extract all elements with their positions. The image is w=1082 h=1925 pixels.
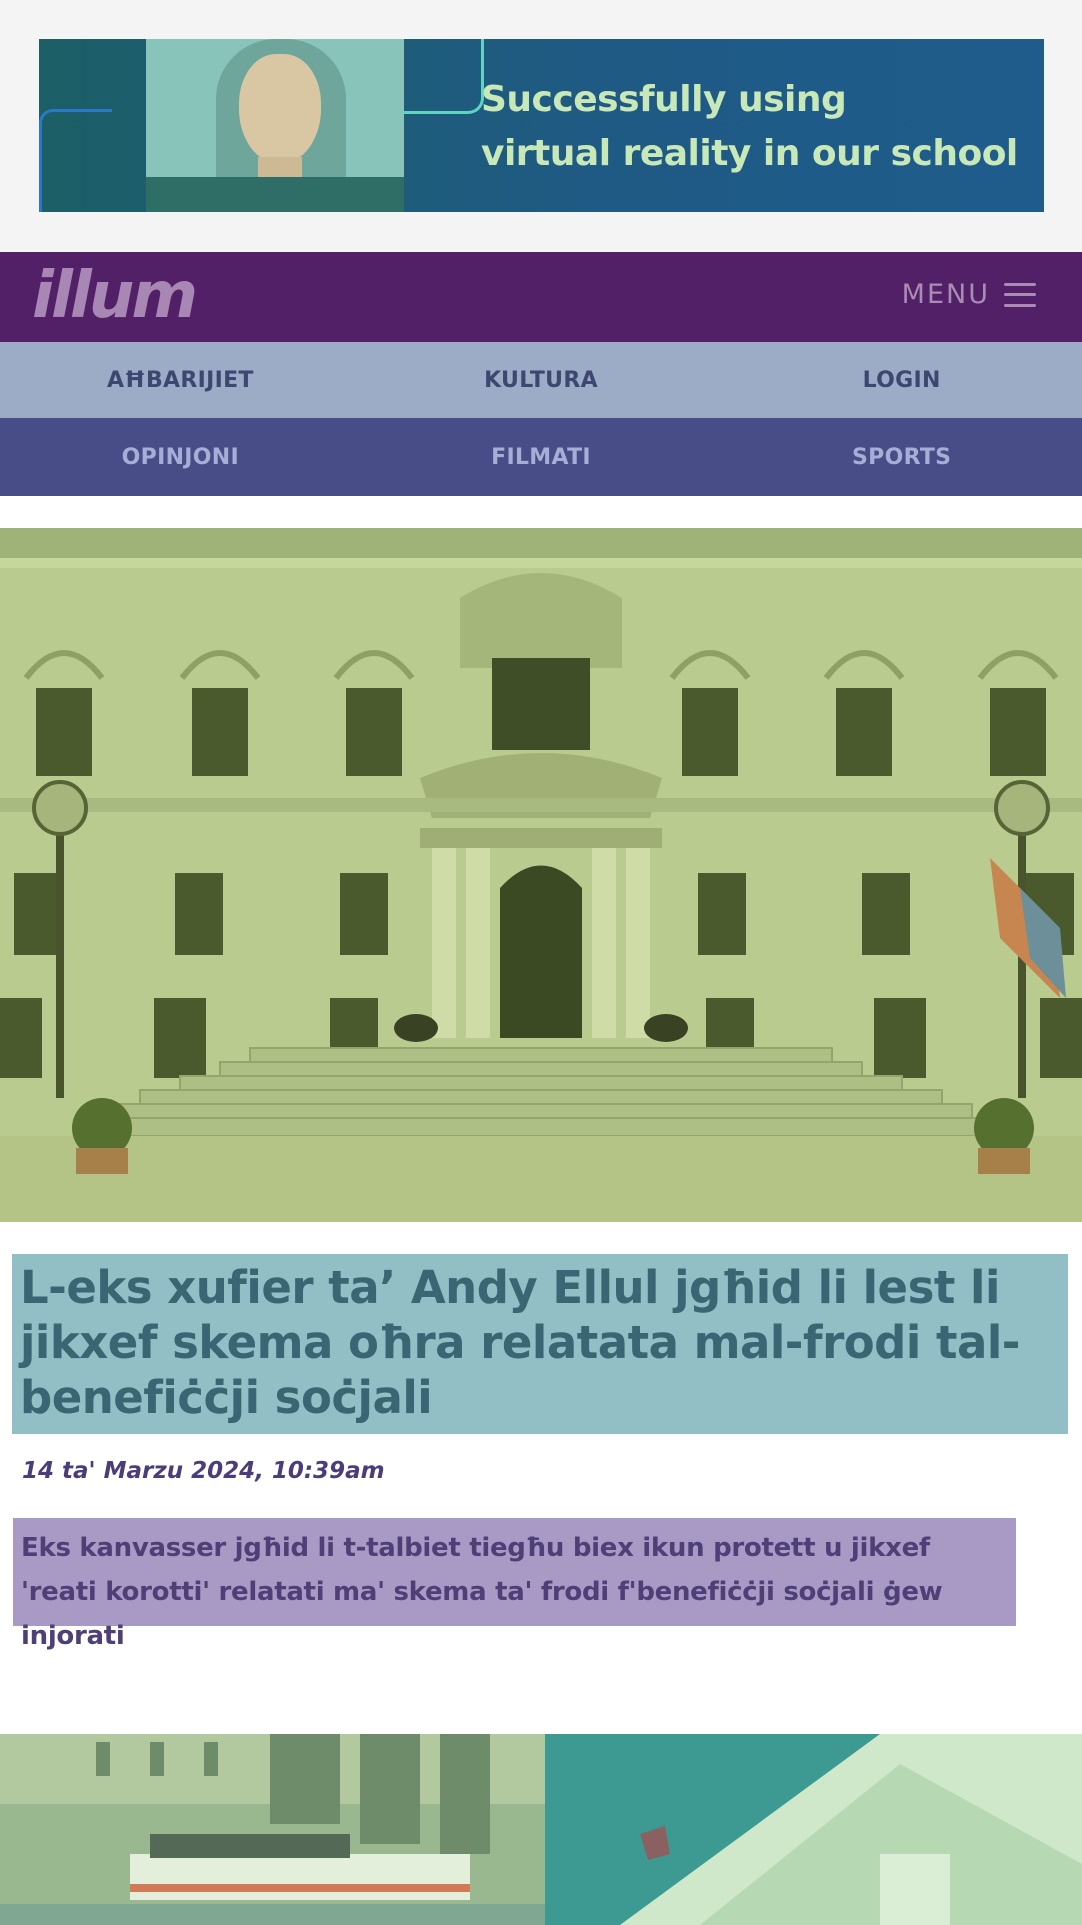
- nav-row-secondary: OPINJONI FILMATI SPORTS: [0, 418, 1082, 496]
- next-article-image[interactable]: [0, 1734, 1082, 1925]
- ad-headline-line: virtual reality in our school: [481, 133, 1018, 174]
- ad-portrait-image: [146, 39, 404, 212]
- ad-decoration-line: [404, 39, 484, 114]
- nav-item-kultura[interactable]: KULTURA: [361, 342, 722, 418]
- page: Successfully using virtual reality in ou…: [0, 0, 1082, 1925]
- article-date: 14 ta' Marzu 2024, 10:39am: [22, 1458, 385, 1484]
- nav-item-login[interactable]: LOGIN: [721, 342, 1082, 418]
- site-logo[interactable]: illum: [32, 264, 198, 328]
- ad-container: Successfully using virtual reality in ou…: [0, 0, 1082, 252]
- article-title[interactable]: L-eks xufier ta’ Andy Ellul jgħid li les…: [20, 1260, 1060, 1425]
- article-hero-image[interactable]: [0, 528, 1082, 1222]
- site-header: illum MENU: [0, 252, 1082, 342]
- nav-row-primary: AĦBARIJIET KULTURA LOGIN: [0, 342, 1082, 418]
- menu-label: MENU: [901, 279, 990, 310]
- hamburger-icon: [1004, 282, 1036, 307]
- nav-item-ahbarijiet[interactable]: AĦBARIJIET: [0, 342, 361, 418]
- ad-headline: Successfully using virtual reality in ou…: [481, 73, 1021, 181]
- ad-decoration-line: [39, 109, 112, 212]
- nav-item-filmati[interactable]: FILMATI: [361, 418, 722, 496]
- menu-button[interactable]: MENU: [902, 279, 1036, 310]
- article-summary: Eks kanvasser jgħid li t-talbiet tiegħu …: [21, 1533, 943, 1651]
- article-summary-box: Eks kanvasser jgħid li t-talbiet tiegħu …: [13, 1518, 1016, 1651]
- ad-headline-line: Successfully using: [481, 79, 847, 120]
- nav-item-opinjoni[interactable]: OPINJONI: [0, 418, 361, 496]
- nav-item-sports[interactable]: SPORTS: [721, 418, 1082, 496]
- ad-banner[interactable]: Successfully using virtual reality in ou…: [39, 39, 1044, 212]
- article-title-box[interactable]: L-eks xufier ta’ Andy Ellul jgħid li les…: [12, 1254, 1068, 1434]
